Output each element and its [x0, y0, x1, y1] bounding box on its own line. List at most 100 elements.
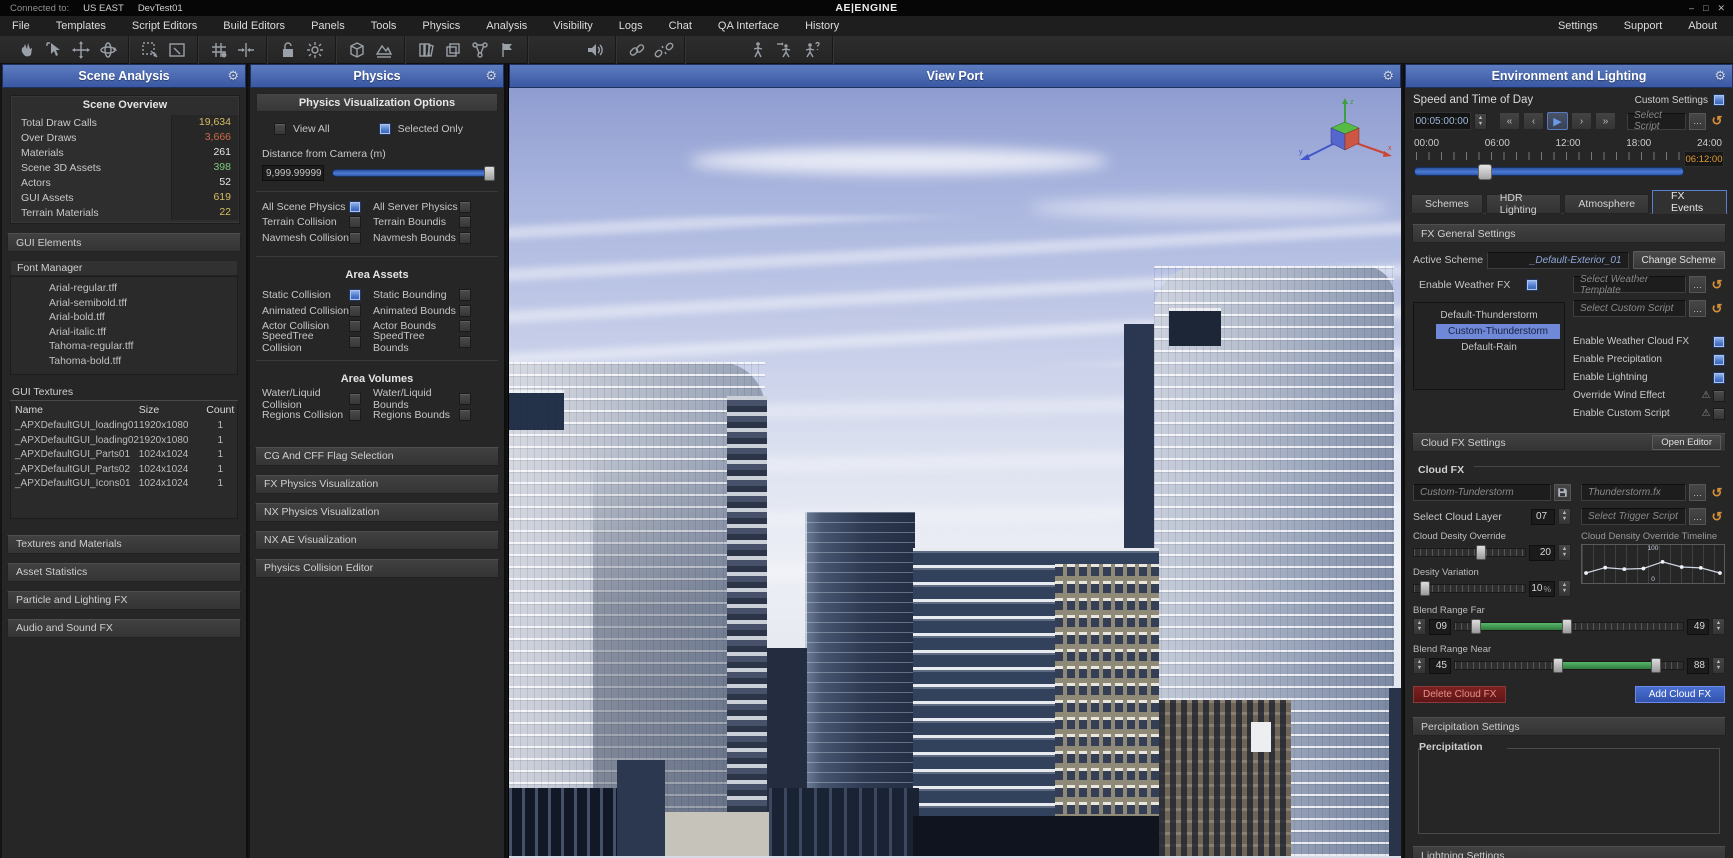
- close-button[interactable]: ✕: [1717, 3, 1725, 14]
- step-forward-button[interactable]: ›: [1571, 112, 1592, 130]
- browse-trigger-script-button[interactable]: …: [1689, 508, 1706, 525]
- speedtree-bounds-checkbox[interactable]: [459, 336, 471, 348]
- section-cg-cff-flags[interactable]: CG And CFF Flag Selection: [255, 447, 499, 466]
- blend-far-high-handle[interactable]: [1562, 619, 1572, 634]
- terrain-collision-checkbox[interactable]: [349, 216, 361, 228]
- rotate-tool-button[interactable]: [94, 38, 121, 62]
- blend-far-slider[interactable]: [1454, 622, 1684, 631]
- section-nx-ae-vis[interactable]: NX AE Visualization: [255, 531, 499, 550]
- blend-near-slider[interactable]: [1454, 661, 1684, 670]
- menu-settings[interactable]: Settings: [1558, 20, 1598, 32]
- pan-tool-button[interactable]: [13, 38, 40, 62]
- static-bounding-checkbox[interactable]: [459, 289, 471, 301]
- menu-tools[interactable]: Tools: [371, 20, 397, 32]
- viewport-gear-icon[interactable]: ⚙: [1382, 68, 1394, 84]
- menu-physics[interactable]: Physics: [422, 20, 460, 32]
- section-particle-lighting-fx[interactable]: Particle and Lighting FX: [7, 591, 241, 610]
- marquee-scale-button[interactable]: [136, 38, 163, 62]
- static-collision-checkbox[interactable]: [349, 289, 361, 301]
- blend-near-high-handle[interactable]: [1651, 658, 1661, 673]
- override-wind-effect-checkbox[interactable]: [1713, 390, 1725, 402]
- enable-weather-checkbox[interactable]: [1526, 279, 1538, 291]
- distance-slider[interactable]: [332, 169, 494, 177]
- tab-schemes[interactable]: Schemes: [1411, 194, 1483, 214]
- blend-far-low-spinner[interactable]: ▲▼: [1413, 618, 1426, 635]
- distance-slider-handle[interactable]: [484, 166, 495, 181]
- package-button[interactable]: [343, 38, 370, 62]
- browse-weather-template-button[interactable]: …: [1689, 276, 1706, 293]
- rewind-button[interactable]: «: [1499, 112, 1520, 130]
- tab-atmosphere[interactable]: Atmosphere: [1564, 194, 1649, 214]
- delete-cloud-fx-button[interactable]: Delete Cloud FX: [1413, 686, 1506, 703]
- section-precipitation-settings[interactable]: Percipitation Settings: [1412, 717, 1726, 736]
- menu-analysis[interactable]: Analysis: [486, 20, 527, 32]
- menu-history[interactable]: History: [805, 20, 839, 32]
- cloud-fx-file-field[interactable]: Thunderstorm.fx: [1581, 484, 1686, 501]
- menu-file[interactable]: File: [12, 20, 30, 32]
- move-tool-button[interactable]: [67, 38, 94, 62]
- cloud-layer-value[interactable]: 07: [1531, 509, 1555, 525]
- water-collision-checkbox[interactable]: [349, 393, 361, 405]
- table-row[interactable]: _APXDefaultGUI_loading011920x10801: [11, 419, 237, 434]
- add-cloud-fx-button[interactable]: Add Cloud FX: [1635, 686, 1725, 703]
- minimize-button[interactable]: –: [1689, 3, 1694, 14]
- actor-bounds-checkbox[interactable]: [459, 320, 471, 332]
- enable-weather-cloud-fx-checkbox[interactable]: [1713, 336, 1725, 348]
- menu-qa-interface[interactable]: QA Interface: [718, 20, 779, 32]
- screen-region-button[interactable]: [163, 38, 190, 62]
- section-fx-physics-vis[interactable]: FX Physics Visualization: [255, 475, 499, 494]
- all-scene-physics-checkbox[interactable]: [349, 201, 361, 213]
- regions-collision-checkbox[interactable]: [349, 409, 361, 421]
- weather-template-field[interactable]: Select Weather Template: [1573, 276, 1686, 293]
- browse-custom-script-button[interactable]: …: [1689, 300, 1706, 317]
- list-item-selected[interactable]: Custom-Thunderstorm: [1436, 324, 1560, 339]
- blend-near-low-value[interactable]: 45: [1429, 658, 1451, 674]
- blend-near-low-spinner[interactable]: ▲▼: [1413, 657, 1426, 674]
- active-scheme-field[interactable]: _Default-Exterior_01: [1487, 252, 1628, 269]
- section-gui-elements[interactable]: GUI Elements: [7, 233, 241, 252]
- enable-precipitation-checkbox[interactable]: [1713, 354, 1725, 366]
- list-item[interactable]: Tahoma-regular.tff: [11, 339, 237, 354]
- navmesh-bounds-checkbox[interactable]: [459, 232, 471, 244]
- density-override-handle[interactable]: [1476, 545, 1486, 560]
- light-button[interactable]: [301, 38, 328, 62]
- blend-far-high-spinner[interactable]: ▲▼: [1712, 618, 1725, 635]
- water-bounds-checkbox[interactable]: [459, 393, 471, 405]
- tab-fx-events[interactable]: FX Events: [1652, 190, 1727, 214]
- table-row[interactable]: _APXDefaultGUI_Icons011024x10241: [11, 477, 237, 492]
- play-button[interactable]: ▶: [1547, 112, 1568, 130]
- selected-only-checkbox[interactable]: [379, 123, 391, 135]
- undo-cloud-fx-icon[interactable]: ↺: [1709, 484, 1725, 501]
- align-center-button[interactable]: [232, 38, 259, 62]
- enable-custom-script-checkbox[interactable]: [1713, 408, 1725, 420]
- link-button[interactable]: [623, 38, 650, 62]
- unlock-button[interactable]: [274, 38, 301, 62]
- cloud-fx-name-field[interactable]: Custom-Tunderstorm: [1413, 484, 1551, 501]
- section-asset-statistics[interactable]: Asset Statistics: [7, 563, 241, 582]
- timecode-spinner[interactable]: ▲▼: [1474, 113, 1487, 130]
- animated-collision-checkbox[interactable]: [349, 305, 361, 317]
- tab-hdr-lighting[interactable]: HDR Lighting: [1486, 194, 1562, 214]
- blend-far-high-value[interactable]: 49: [1687, 619, 1709, 635]
- table-row[interactable]: _APXDefaultGUI_loading021920x10801: [11, 434, 237, 449]
- animated-bounds-checkbox[interactable]: [459, 305, 471, 317]
- walk-button[interactable]: [744, 38, 771, 62]
- scene-analysis-gear-icon[interactable]: ⚙: [227, 68, 239, 84]
- view-all-checkbox[interactable]: [274, 123, 286, 135]
- menu-panels[interactable]: Panels: [311, 20, 345, 32]
- section-cloud-fx-settings[interactable]: Cloud FX Settings Open Editor: [1412, 433, 1726, 452]
- gui-textures-label[interactable]: GUI Textures: [10, 385, 238, 401]
- list-item[interactable]: Arial-regular.tff: [11, 281, 237, 296]
- section-lightning-settings[interactable]: Lightning Settings: [1412, 846, 1726, 858]
- undo-trigger-script-icon[interactable]: ↺: [1709, 508, 1725, 525]
- environment-gear-icon[interactable]: ⚙: [1714, 68, 1726, 84]
- maximize-button[interactable]: □: [1703, 3, 1708, 14]
- step-back-button[interactable]: ‹: [1523, 112, 1544, 130]
- table-row[interactable]: _APXDefaultGUI_Parts021024x10241: [11, 463, 237, 478]
- timecode-field[interactable]: 00:05:00:00: [1413, 112, 1471, 130]
- list-item[interactable]: Tahoma-bold.tff: [11, 354, 237, 369]
- undo-custom-script-icon[interactable]: ↺: [1709, 300, 1725, 317]
- unlink-button[interactable]: [650, 38, 677, 62]
- layers-button[interactable]: [439, 38, 466, 62]
- regions-bounds-checkbox[interactable]: [459, 409, 471, 421]
